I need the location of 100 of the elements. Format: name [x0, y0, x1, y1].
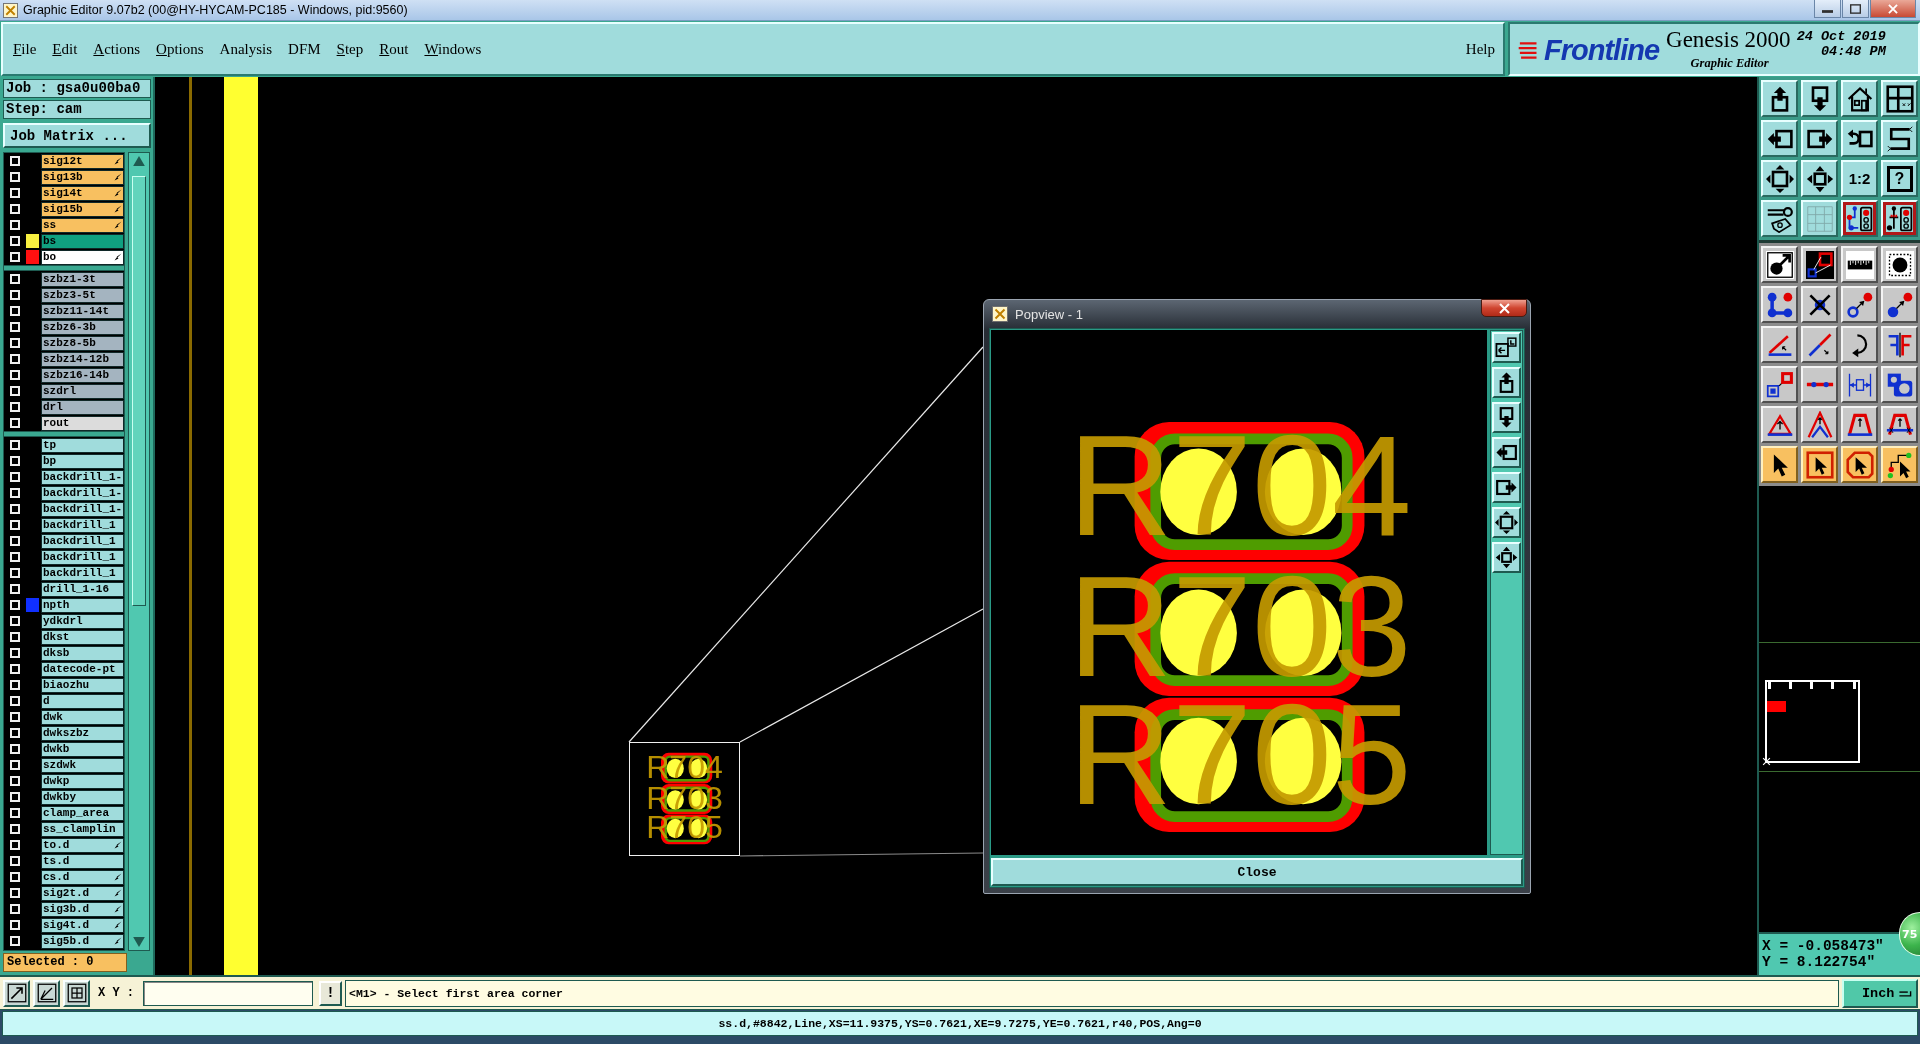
layer-checkbox[interactable]: [10, 236, 20, 246]
layer-name[interactable]: sig2t.d: [41, 885, 124, 901]
layer-name[interactable]: sig12t: [41, 153, 124, 169]
layer-checkbox[interactable]: [10, 172, 20, 182]
layer-name[interactable]: sig3b.d: [41, 901, 124, 917]
view-tool-button[interactable]: [1492, 402, 1521, 433]
layer-name[interactable]: biaozhu: [41, 677, 124, 693]
layer-name[interactable]: szbz16-14b: [41, 367, 124, 383]
layer-checkbox[interactable]: [10, 220, 20, 230]
toolbar-button[interactable]: [1841, 286, 1878, 323]
layer-checkbox[interactable]: [10, 696, 20, 706]
layer-name[interactable]: sig5b.d: [41, 933, 124, 949]
close-button[interactable]: Close: [991, 858, 1523, 886]
toolbar-button[interactable]: [1761, 326, 1798, 363]
units-dropdown[interactable]: Inch: [1842, 978, 1918, 1008]
toolbar-button[interactable]: [1881, 286, 1918, 323]
layer-checkbox[interactable]: [10, 648, 20, 658]
layer-checkbox[interactable]: [10, 456, 20, 466]
layer-name[interactable]: ss: [41, 217, 124, 233]
toolbar-button[interactable]: [1841, 406, 1878, 443]
layer-name[interactable]: ts.d: [41, 853, 124, 869]
toolbar-button[interactable]: 1:2: [1841, 160, 1878, 197]
menu-item[interactable]: Windows: [420, 38, 486, 60]
view-tool-button[interactable]: [1492, 332, 1521, 363]
toolbar-button[interactable]: [1801, 326, 1838, 363]
toolbar-button[interactable]: [1881, 366, 1918, 403]
layer-name[interactable]: sig14t: [41, 185, 124, 201]
layer-checkbox[interactable]: [10, 872, 20, 882]
view-tool-button[interactable]: [1492, 507, 1521, 538]
toolbar-button[interactable]: [1881, 326, 1918, 363]
layer-name[interactable]: szdwk: [41, 757, 124, 773]
command-tool-button[interactable]: [3, 979, 30, 1007]
layer-checkbox[interactable]: [10, 936, 20, 946]
layer-checkbox[interactable]: [10, 600, 20, 610]
toolbar-button[interactable]: [1841, 446, 1878, 483]
layer-name[interactable]: dwkby: [41, 789, 124, 805]
layer-name[interactable]: dwkb: [41, 741, 124, 757]
layer-checkbox[interactable]: [10, 386, 20, 396]
toolbar-button[interactable]: [1801, 366, 1838, 403]
view-tool-button[interactable]: [1492, 437, 1521, 468]
layer-checkbox[interactable]: [10, 204, 20, 214]
menu-item[interactable]: Edit: [48, 38, 82, 60]
layer-checkbox[interactable]: [10, 188, 20, 198]
layer-name[interactable]: datecode-pt: [41, 661, 124, 677]
layer-checkbox[interactable]: [10, 568, 20, 578]
menu-item[interactable]: Actions: [89, 38, 145, 60]
layer-checkbox[interactable]: [10, 664, 20, 674]
toolbar-button[interactable]: [1841, 366, 1878, 403]
prompt-button[interactable]: !: [319, 980, 342, 1006]
layer-name[interactable]: d: [41, 693, 124, 709]
layer-checkbox[interactable]: [10, 792, 20, 802]
layer-name[interactable]: backdrill_1-: [41, 501, 124, 517]
layer-checkbox[interactable]: [10, 274, 20, 284]
layer-checkbox[interactable]: [10, 552, 20, 562]
layer-name[interactable]: dwk: [41, 709, 124, 725]
layer-name[interactable]: backdrill_1-: [41, 469, 124, 485]
layer-checkbox[interactable]: [10, 440, 20, 450]
toolbar-button[interactable]: [1801, 406, 1838, 443]
menu-item[interactable]: Options: [152, 38, 208, 60]
layer-name[interactable]: bo: [41, 249, 124, 265]
close-button[interactable]: [1481, 299, 1527, 317]
toolbar-button[interactable]: [1841, 80, 1878, 117]
toolbar-button[interactable]: [1841, 326, 1878, 363]
layer-checkbox[interactable]: [10, 856, 20, 866]
layer-checkbox[interactable]: [10, 354, 20, 364]
toolbar-button[interactable]: [1841, 120, 1878, 157]
toolbar-button[interactable]: [1881, 406, 1918, 443]
toolbar-button[interactable]: [1881, 120, 1918, 157]
xy-input-field[interactable]: [143, 980, 313, 1006]
toolbar-button[interactable]: [1761, 406, 1798, 443]
layer-checkbox[interactable]: [10, 536, 20, 546]
layer-checkbox[interactable]: [10, 338, 20, 348]
layer-name[interactable]: bp: [41, 453, 124, 469]
layer-checkbox[interactable]: [10, 760, 20, 770]
menu-item[interactable]: Rout: [375, 38, 413, 60]
toolbar-button[interactable]: ?: [1881, 160, 1918, 197]
layer-checkbox[interactable]: [10, 472, 20, 482]
toolbar-button[interactable]: [1801, 446, 1838, 483]
toolbar-button[interactable]: [1841, 246, 1878, 283]
layer-name[interactable]: sig4t.d: [41, 917, 124, 933]
layer-checkbox[interactable]: [10, 744, 20, 754]
layer-checkbox[interactable]: [10, 920, 20, 930]
toolbar-button[interactable]: [1801, 200, 1838, 237]
toolbar-button[interactable]: [1881, 446, 1918, 483]
toolbar-button[interactable]: [1881, 246, 1918, 283]
layer-checkbox[interactable]: [10, 888, 20, 898]
layer-name[interactable]: drill_1-16: [41, 581, 124, 597]
toolbar-button[interactable]: [1761, 246, 1798, 283]
command-tool-button[interactable]: [63, 979, 90, 1007]
layer-name[interactable]: ydkdrl: [41, 613, 124, 629]
layer-name[interactable]: rout: [41, 415, 124, 431]
layer-checkbox[interactable]: [10, 632, 20, 642]
layer-name[interactable]: sig13b: [41, 169, 124, 185]
toolbar-button[interactable]: [1801, 160, 1838, 197]
layer-checkbox[interactable]: [10, 402, 20, 412]
menu-item[interactable]: Step: [332, 38, 368, 60]
toolbar-button[interactable]: [1761, 160, 1798, 197]
toolbar-button[interactable]: [1801, 80, 1838, 117]
layer-checkbox[interactable]: [10, 156, 20, 166]
toolbar-button[interactable]: [1761, 366, 1798, 403]
